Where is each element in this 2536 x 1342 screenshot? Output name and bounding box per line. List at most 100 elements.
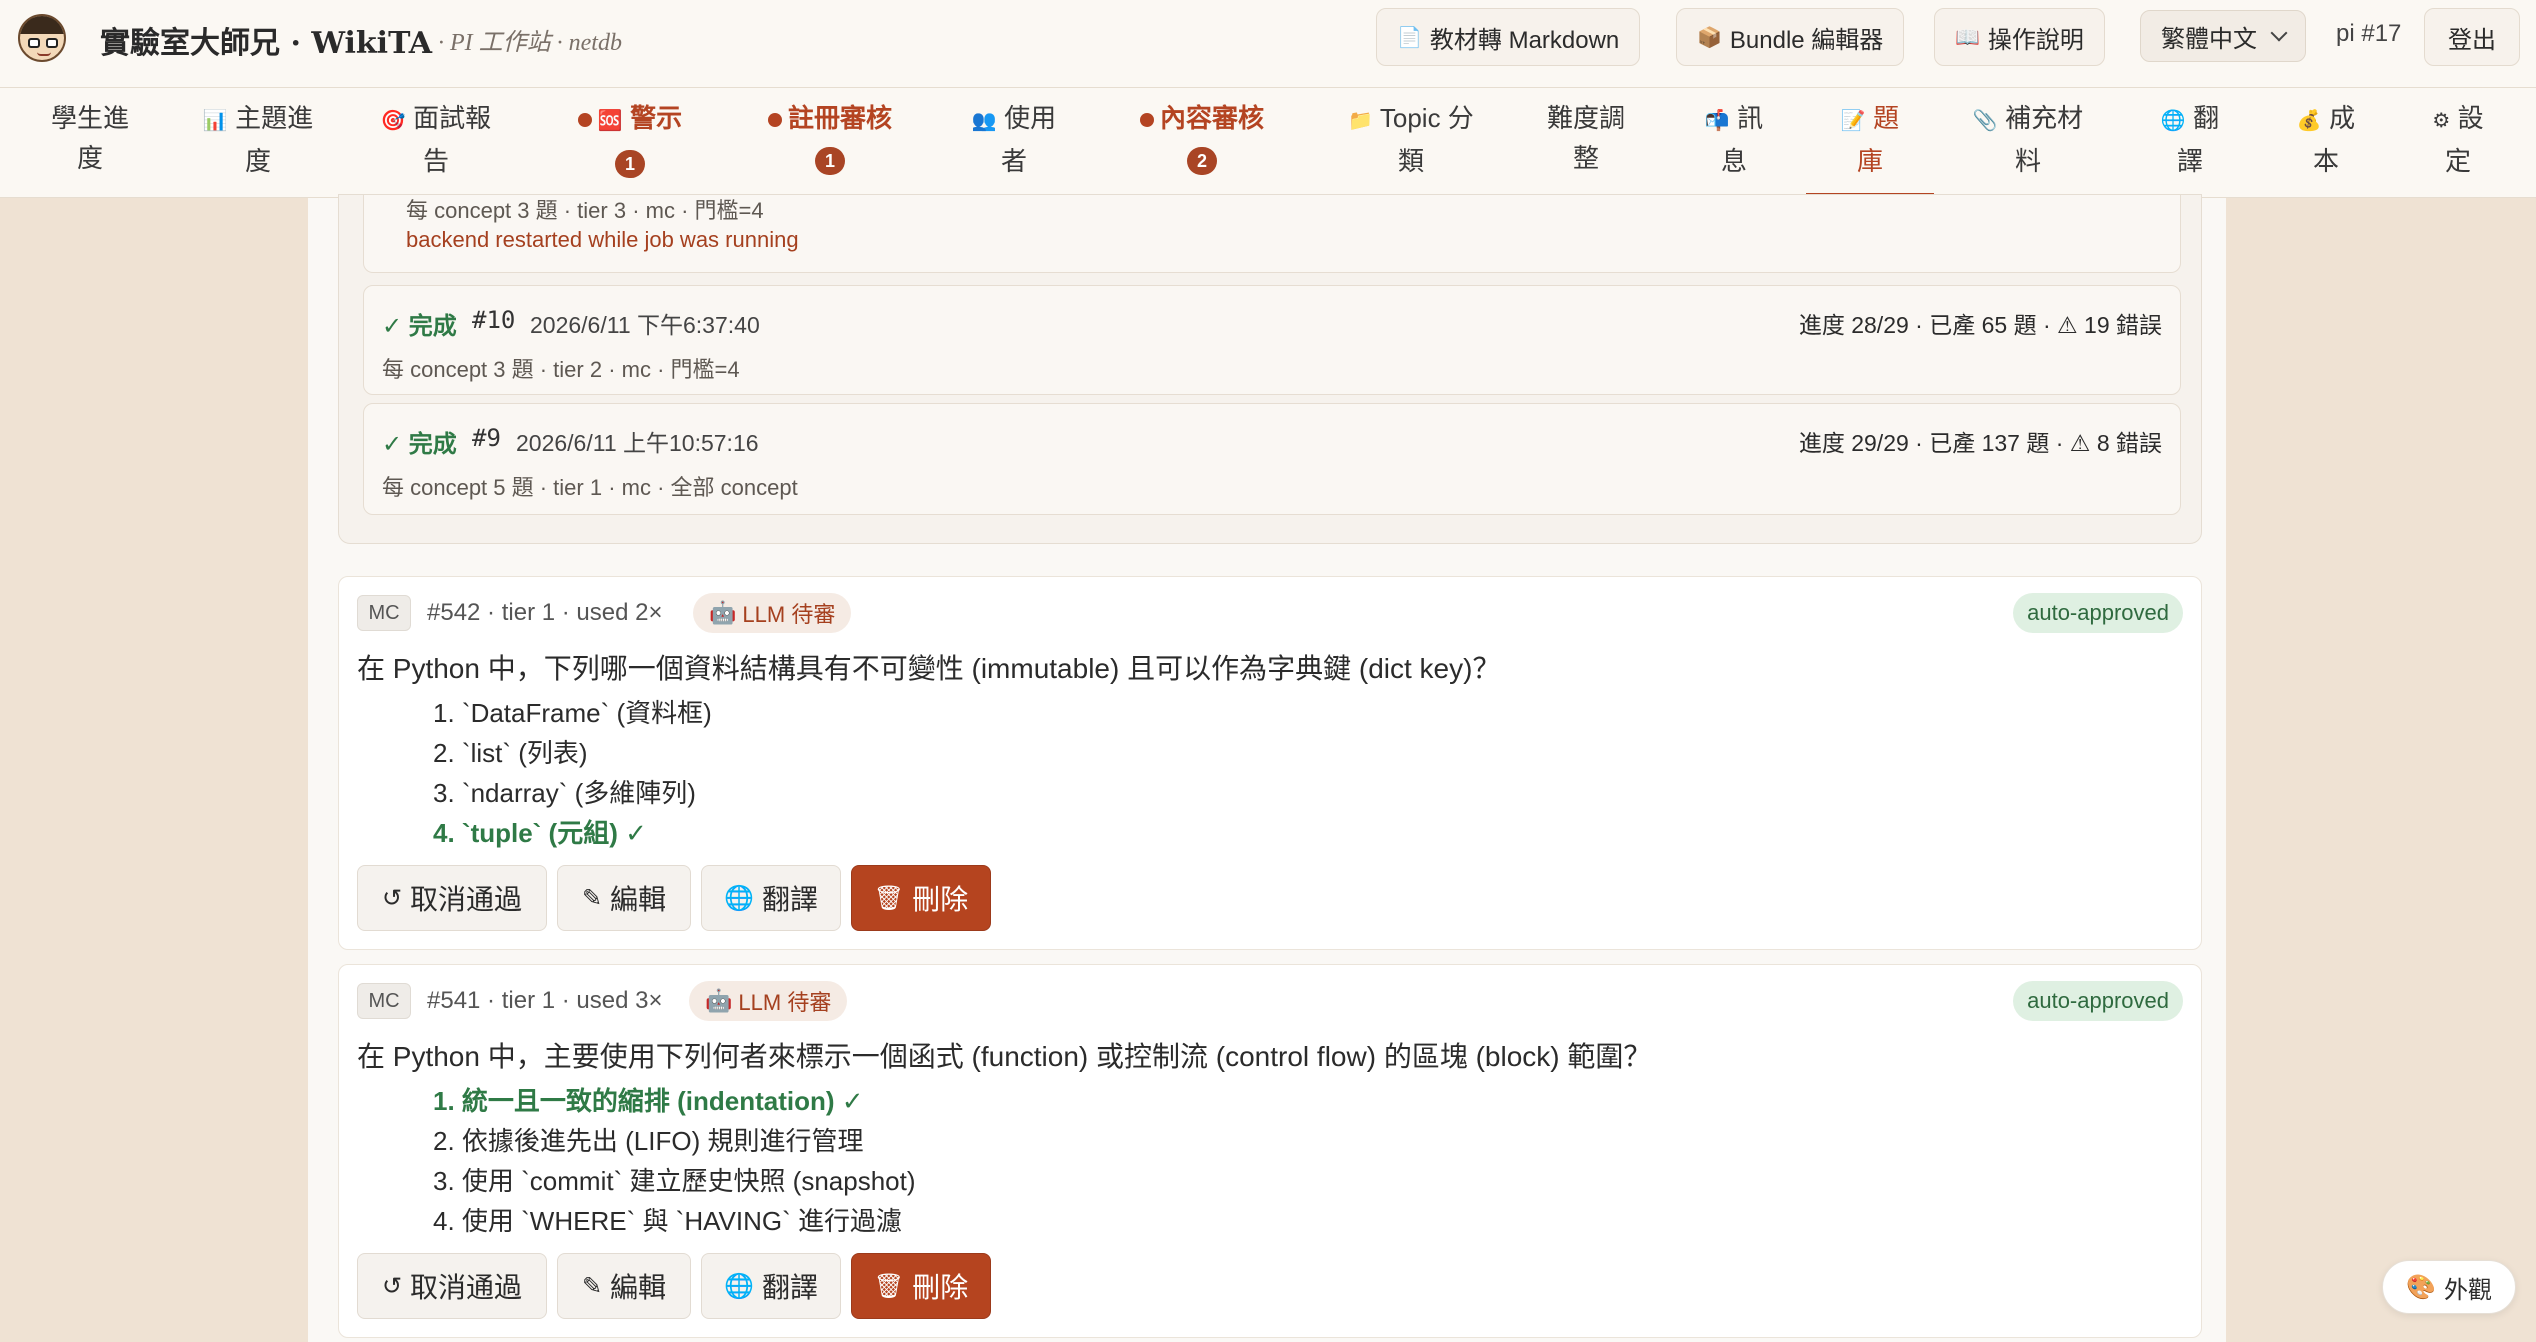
question-text: 在 Python 中，下列哪一個資料結構具有不可變性 (immutable) 且… xyxy=(357,653,1501,684)
translate-button[interactable]: 🌐 翻譯 xyxy=(701,865,841,931)
markdown-convert-button[interactable]: 📄 教材轉 Markdown xyxy=(1376,8,1641,66)
tab-supplementary[interactable]: 📎 補充材 料 xyxy=(1968,98,2088,181)
chart-icon: 📊 xyxy=(202,110,228,132)
package-icon: 📦 xyxy=(1697,26,1722,49)
paperclip-icon: 📎 xyxy=(1972,110,1998,132)
alert-dot-icon xyxy=(767,113,782,128)
book-icon: 📖 xyxy=(1955,26,1980,49)
job-progress: 進度 29/29 · 已產 137 題 · ⚠ 8 錯誤 xyxy=(1798,430,2162,456)
undo-icon: ↺ xyxy=(381,1272,403,1300)
bundle-editor-button[interactable]: 📦 Bundle 編輯器 xyxy=(1676,8,1905,66)
tab-alerts[interactable]: 🆘 警示 1 xyxy=(566,98,694,181)
tab-difficulty[interactable]: 難度調 整 xyxy=(1540,98,1632,178)
app-title: 實驗室大師兄 · WikiTA xyxy=(100,26,433,61)
main-panel: 每 concept 3 題 · tier 3 · mc · 門檻=4 backe… xyxy=(308,194,2226,1342)
robot-icon: 🤖 xyxy=(705,988,733,1013)
job-card: ✓ 完成 #9 2026/6/11 上午10:57:16 進度 29/29 · … xyxy=(363,403,2181,515)
option-item-correct: 1. 統一且一致的縮排 (indentation) ✓ xyxy=(433,1086,864,1116)
translate-button[interactable]: 🌐 翻譯 xyxy=(701,1253,841,1319)
appearance-button[interactable]: 🎨 外觀 xyxy=(2382,1260,2516,1314)
tab-content-review[interactable]: 內容審核 2 xyxy=(1134,98,1270,178)
target-icon: 🎯 xyxy=(380,110,406,132)
tab-label: 類 xyxy=(1397,146,1424,176)
delete-button[interactable]: 🗑 刪除 xyxy=(851,1253,991,1319)
llm-pending-badge[interactable]: 🤖 LLM 待審 xyxy=(693,593,852,633)
tab-cost[interactable]: 💰 成 本 xyxy=(2286,98,2366,181)
help-label: 操作說明 xyxy=(1987,26,2084,54)
tab-registration-review[interactable]: 註冊審核 1 xyxy=(762,98,898,178)
trash-icon: 🗑 xyxy=(873,1272,905,1300)
top-bar: 實驗室大師兄 · WikiTA · PI 工作站 · netdb 📄 教材轉 M… xyxy=(0,0,2536,88)
tab-users[interactable]: 👥 使用 者 xyxy=(966,98,1062,181)
option-list: 1. `DataFrame` (資料框) 2. `list` (列表) 3. `… xyxy=(433,693,712,853)
robot-icon: 🤖 xyxy=(709,600,737,625)
tab-label: 者 xyxy=(1000,146,1027,176)
llm-pending-label: LLM 待審 xyxy=(742,602,836,627)
markdown-convert-label: 教材轉 Markdown xyxy=(1429,26,1620,54)
tab-student-progress[interactable]: 學生進 度 xyxy=(44,98,136,178)
tab-label: 庫 xyxy=(1856,146,1883,176)
content-review-count-badge: 2 xyxy=(1187,147,1217,175)
tab-messages[interactable]: 📬 訊 息 xyxy=(1694,98,1774,181)
tab-translation[interactable]: 🌐 翻 譯 xyxy=(2150,98,2230,181)
question-card: MC #542 · tier 1 · used 2× 🤖 LLM 待審 auto… xyxy=(338,576,2202,950)
bundle-editor-label: Bundle 編輯器 xyxy=(1729,26,1884,54)
unapprove-button[interactable]: ↺ 取消通過 xyxy=(357,1253,547,1319)
delete-label: 刪除 xyxy=(912,884,969,915)
logout-button[interactable]: 登出 xyxy=(2424,8,2520,66)
job-id: #10 xyxy=(472,306,516,334)
alert-dot-icon xyxy=(1139,113,1154,128)
tab-label: 告 xyxy=(422,146,449,176)
tab-topic-progress[interactable]: 📊 主題進 度 xyxy=(196,98,320,181)
tab-topic-category[interactable]: 📁 Topic 分 類 xyxy=(1336,98,1486,181)
edit-label: 編輯 xyxy=(610,884,667,915)
option-item: 3. 使用 `commit` 建立歷史快照 (snapshot) xyxy=(433,1166,916,1196)
question-text: 在 Python 中，主要使用下列何者來標示一個函式 (function) 或控… xyxy=(357,1041,1652,1072)
memo-icon: 📝 xyxy=(1840,110,1866,132)
tab-label: 翻 xyxy=(2193,103,2220,133)
job-progress: 進度 28/29 · 已產 65 題 · ⚠ 19 錯誤 xyxy=(1798,312,2162,338)
tab-label: 警示 xyxy=(630,103,683,133)
tab-interview-report[interactable]: 🎯 面試報 告 xyxy=(374,98,498,181)
job-card: ✓ 完成 #10 2026/6/11 下午6:37:40 進度 28/29 · … xyxy=(363,285,2181,395)
appearance-label: 外觀 xyxy=(2443,1276,2492,1304)
money-bag-icon: 💰 xyxy=(2296,110,2322,132)
job-card-partial: 每 concept 3 題 · tier 3 · mc · 門檻=4 backe… xyxy=(363,195,2181,273)
job-id: #9 xyxy=(472,424,501,452)
tab-label: 定 xyxy=(2444,146,2471,176)
edit-button[interactable]: ✎ 編輯 xyxy=(557,865,691,931)
palette-icon: 🎨 xyxy=(2406,1273,2436,1301)
avatar-logo[interactable] xyxy=(18,14,66,62)
llm-pending-badge[interactable]: 🤖 LLM 待審 xyxy=(689,981,848,1021)
alert-count-badge: 1 xyxy=(615,150,645,178)
unapprove-button[interactable]: ↺ 取消通過 xyxy=(357,865,547,931)
pencil-icon: ✎ xyxy=(581,884,603,912)
edit-button[interactable]: ✎ 編輯 xyxy=(557,1253,691,1319)
delete-button[interactable]: 🗑 刪除 xyxy=(851,865,991,931)
tab-label: 面試報 xyxy=(413,103,492,133)
option-item: 1. `DataFrame` (資料框) xyxy=(433,698,712,728)
option-item: 4. 使用 `WHERE` 與 `HAVING` 進行過濾 xyxy=(433,1206,902,1236)
tab-label: 題 xyxy=(1873,103,1900,133)
tab-label: 內容審核 xyxy=(1159,103,1264,133)
tab-label: 本 xyxy=(2312,146,2339,176)
option-item: 2. 依據後進先出 (LIFO) 規則進行管理 xyxy=(433,1126,864,1156)
language-value: 繁體中文 xyxy=(2161,25,2257,53)
tab-settings[interactable]: ⚙ 設 定 xyxy=(2418,98,2498,181)
help-button[interactable]: 📖 操作說明 xyxy=(1934,8,2105,66)
status-badge: auto-approved xyxy=(2013,981,2183,1021)
undo-icon: ↺ xyxy=(381,884,403,912)
nav-tabs: 學生進 度 📊 主題進 度 🎯 面試報 告 🆘 警示 1 註冊審核 1 👥 使用… xyxy=(0,88,2536,198)
unapprove-label: 取消通過 xyxy=(410,1272,523,1303)
tab-label: 整 xyxy=(1572,143,1599,173)
globe-icon: 🌐 xyxy=(724,1272,754,1300)
question-meta: #541 · tier 1 · used 3× xyxy=(427,987,663,1014)
tab-question-bank[interactable]: 📝 題 庫 xyxy=(1830,98,1910,181)
language-select[interactable]: 繁體中文 xyxy=(2140,10,2306,62)
option-item: 2. `list` (列表) xyxy=(433,738,588,768)
question-card: MC #541 · tier 1 · used 3× 🤖 LLM 待審 auto… xyxy=(338,964,2202,1338)
edit-label: 編輯 xyxy=(610,1272,667,1303)
globe-icon: 🌐 xyxy=(724,884,754,912)
tab-label: 度 xyxy=(244,146,271,176)
registration-count-badge: 1 xyxy=(815,147,845,175)
